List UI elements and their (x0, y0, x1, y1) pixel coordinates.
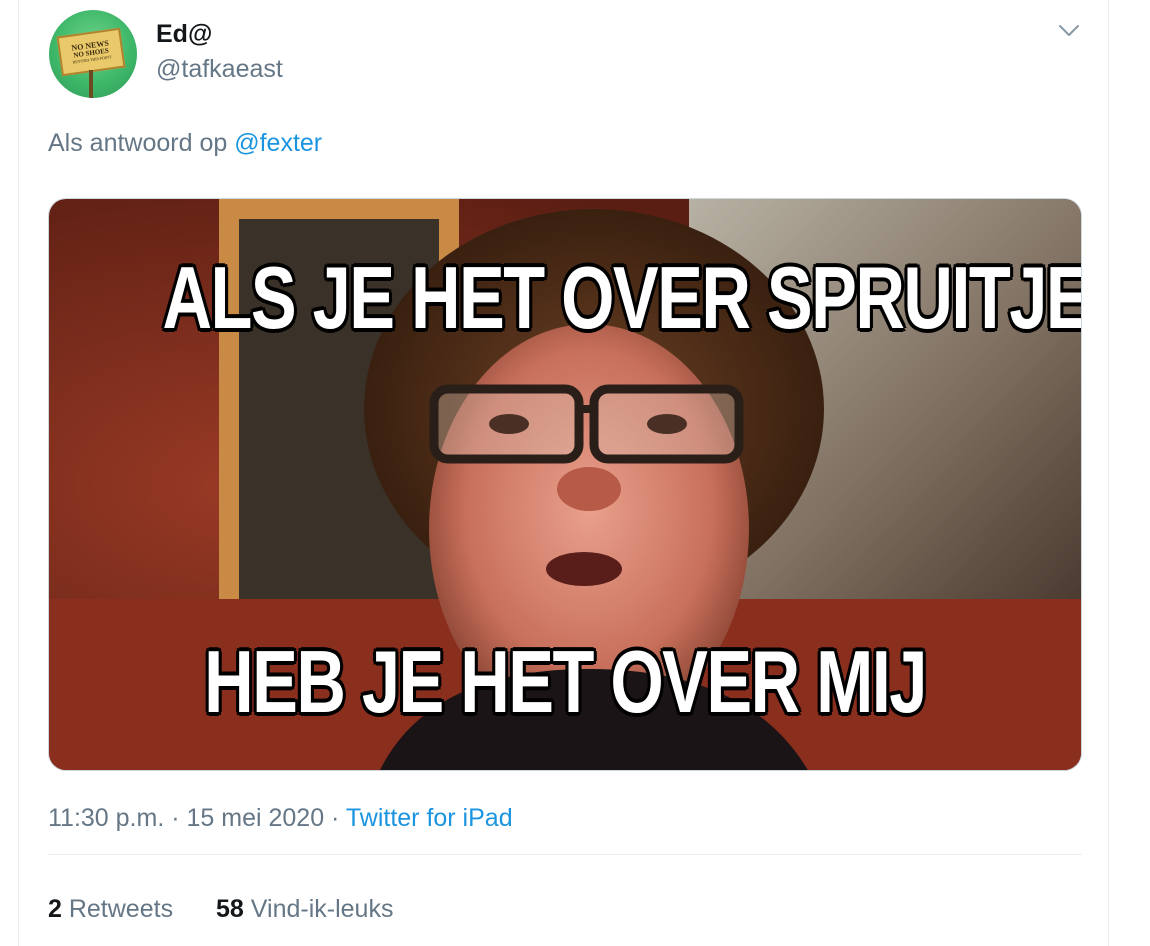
more-options-button[interactable] (1057, 20, 1081, 42)
tweet-stats: 2 Retweets 58 Vind-ik-leuks (48, 895, 429, 924)
chevron-down-icon (1059, 25, 1079, 36)
tweet-date[interactable]: 15 mei 2020 (187, 804, 325, 832)
retweets-label: Retweets (61, 895, 174, 923)
likes-stat[interactable]: 58 Vind-ik-leuks (216, 895, 393, 923)
avatar-sign: NO NEWS NO SHOES BEYOND THIS POINT (56, 27, 126, 77)
avatar[interactable]: NO NEWS NO SHOES BEYOND THIS POINT (49, 10, 137, 98)
meta-separator: · (164, 804, 187, 832)
likes-label: Vind-ik-leuks (243, 895, 394, 923)
reply-mention-link[interactable]: @fexter (234, 129, 322, 157)
display-name[interactable]: Ed@ (156, 20, 212, 49)
tweet-meta: 11:30 p.m. · 15 mei 2020 · Twitter for i… (48, 804, 513, 833)
retweets-stat[interactable]: 2 Retweets (48, 895, 173, 923)
likes-count: 58 (216, 895, 244, 923)
reply-context: Als antwoord op @fexter (48, 129, 322, 158)
meme-top-caption: ALS JE HET OVER SPRUITJES HEBT (162, 248, 1081, 347)
meme-bottom-caption: HEB JE HET OVER MIJ (204, 632, 927, 731)
reply-prefix: Als antwoord op (48, 129, 235, 157)
tweet-card: NO NEWS NO SHOES BEYOND THIS POINT Ed@ @… (18, 0, 1109, 946)
username[interactable]: @tafkaeast (156, 55, 283, 84)
meta-separator: · (324, 804, 346, 832)
tweet-source-link[interactable]: Twitter for iPad (346, 804, 513, 832)
avatar-sign-post (89, 70, 93, 98)
divider (48, 854, 1082, 855)
retweets-count: 2 (48, 895, 62, 923)
tweet-time[interactable]: 11:30 p.m. (48, 804, 164, 832)
tweet-media-image[interactable]: ALS JE HET OVER SPRUITJES HEBT HEB JE HE… (48, 198, 1082, 771)
